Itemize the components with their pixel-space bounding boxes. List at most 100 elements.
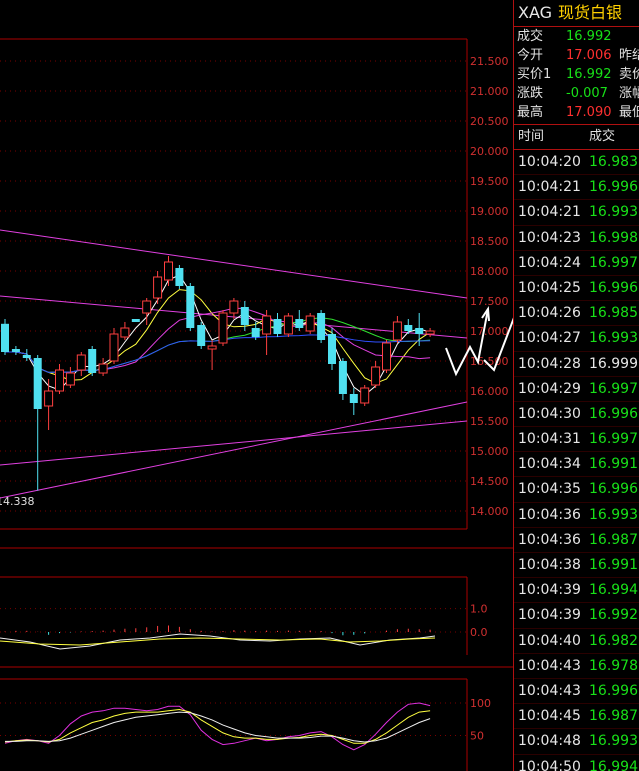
macd-gridlines [0, 608, 467, 633]
candle-body [22, 355, 31, 358]
candle-body [11, 349, 20, 352]
candle-body [273, 319, 282, 334]
tick-time: 10:04:43 [518, 682, 581, 699]
quote-value: 16.992 [566, 67, 612, 82]
tick-row[interactable]: 10:04:36 16.993 [514, 503, 639, 528]
ticks-header-price: 成交 [589, 129, 616, 144]
candle [328, 328, 336, 370]
tick-time: 10:04:36 [518, 531, 581, 548]
tick-price: 16.993 [589, 204, 638, 221]
candle [305, 313, 315, 334]
tick-row[interactable]: 10:04:43 16.978 [514, 654, 639, 679]
price-tick-label: 15.500 [470, 415, 509, 428]
quote-row: 涨跌 -0.007 涨幅 [514, 84, 639, 103]
tick-row[interactable]: 10:04:31 16.997 [514, 427, 639, 453]
ma5-line [5, 289, 431, 384]
tick-time: 10:04:34 [518, 456, 581, 473]
tick-time: 10:04:24 [518, 254, 581, 271]
price-tick-label: 14.000 [470, 505, 509, 518]
tick-time: 10:04:20 [518, 154, 581, 170]
candle [218, 310, 228, 346]
quote-row: 今开 17.006 昨结 [514, 46, 639, 65]
tick-time: 10:04:35 [518, 481, 581, 498]
candle-body [1, 323, 9, 352]
candle-body [186, 286, 195, 328]
instrument-symbol: XAG [518, 3, 553, 22]
candle [120, 322, 130, 340]
quote-label: 最高 [517, 105, 544, 120]
tick-row[interactable]: 10:04:50 16.994 [514, 755, 639, 771]
tick-time: 10:04:45 [518, 708, 581, 725]
price-tick-label: 17.500 [470, 295, 509, 308]
tick-row[interactable]: 10:04:34 16.991 [514, 452, 639, 478]
candle [55, 364, 64, 394]
tick-row[interactable]: 10:04:39 16.992 [514, 603, 639, 629]
tick-row[interactable]: 10:04:21 16.993 [514, 200, 639, 226]
tick-row[interactable]: 10:04:26 16.985 [514, 301, 639, 327]
tick-row[interactable]: 10:04:45 16.987 [514, 704, 639, 730]
tick-row[interactable]: 10:04:43 16.996 [514, 679, 639, 705]
tick-row[interactable]: 10:04:28 16.999 [514, 352, 639, 377]
candle-body [197, 325, 206, 346]
tick-row[interactable]: 10:04:25 16.996 [514, 276, 639, 302]
quote-label-secondary: 卖价 [619, 67, 639, 82]
tick-row[interactable]: 10:04:20 16.983 [514, 150, 639, 176]
candle-body [229, 300, 239, 314]
kdj-axis: 100 50 [470, 697, 491, 743]
candle-body [76, 354, 86, 371]
tick-price: 16.996 [589, 405, 638, 422]
candle [164, 256, 173, 286]
tick-row[interactable]: 10:04:48 16.993 [514, 729, 639, 755]
candle-body [360, 387, 370, 404]
tick-row[interactable]: 10:04:27 16.993 [514, 326, 639, 352]
macd-histogram [4, 625, 431, 636]
tick-row[interactable]: 10:04:38 16.991 [514, 553, 639, 579]
candle [175, 265, 184, 289]
candle-body [317, 313, 326, 340]
tick-list[interactable]: 10:04:20 16.983 10:04:21 16.996 10:04:21 16.9… [514, 150, 639, 771]
trendline-upper-resistance[interactable] [0, 229, 468, 299]
tick-row[interactable]: 10:04:29 16.997 [514, 377, 639, 402]
quote-summary: 成交 16.992 今开 17.006 昨结买价1 16.992 卖价涨跌 -0.007 涨幅最… [514, 27, 639, 122]
tick-time: 10:04:43 [518, 657, 581, 674]
candle-body [218, 312, 228, 344]
candle [186, 283, 195, 331]
tick-price: 16.992 [589, 607, 638, 624]
tick-row[interactable]: 10:04:21 16.996 [514, 175, 639, 201]
candle-body [98, 363, 108, 374]
candle-body [142, 300, 152, 314]
tick-time: 10:04:40 [518, 632, 581, 649]
tick-row[interactable]: 10:04:35 16.996 [514, 477, 639, 503]
kdj-lines [4, 702, 431, 751]
trendline-support-rising[interactable] [0, 401, 468, 499]
candles-group [1, 256, 435, 491]
drawn-trendlines[interactable] [0, 229, 468, 499]
candle-body [415, 328, 424, 334]
main-panel-frame [0, 38, 513, 771]
candle [349, 388, 358, 415]
candlestick-chart[interactable]: 21.500 21.000 20.500 20.000 19.500 19.000 18.5… [0, 0, 513, 771]
tick-time: 10:04:50 [518, 758, 581, 771]
tick-time: 10:04:36 [518, 506, 581, 523]
tick-row[interactable]: 10:04:24 16.997 [514, 251, 639, 276]
candle [317, 310, 326, 343]
tick-row[interactable]: 10:04:23 16.998 [514, 226, 639, 251]
tick-row[interactable]: 10:04:30 16.996 [514, 402, 639, 428]
tick-row[interactable]: 10:04:40 16.982 [514, 629, 639, 654]
macd-lines [0, 633, 436, 650]
trendline-support-flat[interactable] [0, 420, 468, 466]
tick-price: 16.999 [589, 355, 638, 372]
candle-body [404, 325, 413, 331]
tick-time: 10:04:28 [518, 355, 581, 372]
tick-row[interactable]: 10:04:39 16.994 [514, 578, 639, 604]
candle-body [164, 261, 173, 281]
instrument-header[interactable]: XAG 现货白银 [514, 0, 639, 27]
candle [88, 346, 97, 376]
tick-price: 16.993 [589, 733, 638, 750]
price-tick-label: 21.000 [470, 85, 509, 98]
price-tick-label: 16.000 [470, 385, 509, 398]
candle [273, 313, 282, 337]
ma20-line [5, 317, 431, 373]
tick-row[interactable]: 10:04:36 16.987 [514, 528, 639, 553]
candle-body [44, 390, 54, 407]
